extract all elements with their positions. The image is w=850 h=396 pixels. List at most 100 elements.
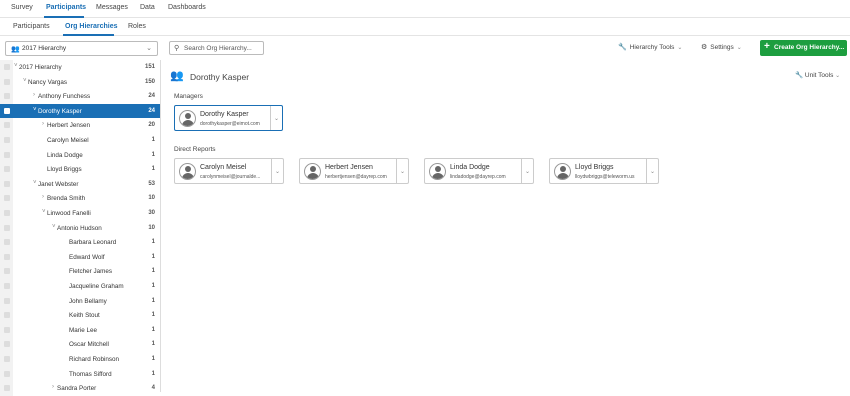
tree-row[interactable]: Linda Dodge 1	[0, 147, 160, 163]
tab-messages[interactable]: Messages	[96, 4, 128, 11]
lock-icon	[4, 151, 10, 158]
tree-row[interactable]: Marie Lee 1	[0, 322, 160, 338]
tree-row[interactable]: › Anthony Funchess 24	[0, 89, 160, 104]
tree-row[interactable]: Thomas Sifford 1	[0, 366, 160, 382]
chevron-down-icon[interactable]: ⌄	[646, 159, 658, 183]
subtab-org-hierarchies[interactable]: Org Hierarchies	[65, 23, 118, 30]
tree-row-count: 1	[151, 370, 155, 377]
chevron-down-icon[interactable]: ⌄	[271, 159, 283, 183]
tree-row[interactable]: Edward Wolf 1	[0, 249, 160, 265]
unit-tools-label: Unit Tools	[804, 72, 834, 79]
create-org-hierarchy-button[interactable]: + Create Org Hierarchy...	[760, 40, 847, 56]
chevron-down-icon[interactable]: ⌄	[521, 159, 533, 183]
unit-tools-button[interactable]: 🔧 Unit Tools ⌄	[795, 71, 840, 79]
chevron-right-icon[interactable]: ›	[42, 121, 44, 127]
tree-row-count: 1	[151, 253, 155, 260]
tree-row-count: 1	[151, 239, 155, 246]
tree-row[interactable]: ˅ Janet Webster 53	[0, 176, 160, 192]
tab-data[interactable]: Data	[140, 4, 155, 11]
page-title: Dorothy Kasper	[190, 72, 250, 82]
chevron-down-icon[interactable]: ⌄	[396, 159, 408, 183]
tree-row[interactable]: ˅ 2017 Hierarchy 151	[0, 60, 160, 75]
hierarchy-select-value: 2017 Hierarchy	[22, 45, 67, 52]
report-name: Carolyn Meisel	[200, 164, 247, 171]
tree-row[interactable]: Barbara Leonard 1	[0, 235, 160, 250]
tree-row[interactable]: Fletcher James 1	[0, 264, 160, 279]
tree-row[interactable]: ˅ Antonio Hudson 10	[0, 220, 160, 236]
subtab-roles[interactable]: Roles	[128, 23, 146, 30]
direct-report-card[interactable]: Carolyn Meisel carolynmeisel@journalde...…	[174, 158, 284, 184]
tree-row[interactable]: › Herbert Jensen 20	[0, 118, 160, 133]
lock-icon	[4, 93, 10, 100]
report-email: lloydwbriggs@teleworm.us	[575, 174, 635, 180]
chevron-right-icon[interactable]: ›	[52, 384, 54, 390]
search-input[interactable]: ⚲ Search Org Hierarchy...	[169, 41, 264, 55]
avatar	[429, 163, 446, 180]
manager-name: Dorothy Kasper	[200, 111, 249, 118]
tree-row-label: 2017 Hierarchy	[19, 64, 62, 71]
lock-icon	[4, 370, 10, 377]
chevron-right-icon[interactable]: ›	[42, 194, 44, 200]
manager-email: dorothykasper@eimot.com	[200, 121, 260, 127]
subtab-participants[interactable]: Participants	[13, 23, 50, 30]
lock-icon	[4, 122, 10, 129]
tab-dashboards[interactable]: Dashboards	[168, 4, 206, 11]
tab-survey[interactable]: Survey	[11, 4, 33, 11]
tree-row-label: Nancy Vargas	[28, 78, 68, 86]
report-name: Herbert Jensen	[325, 164, 373, 171]
avatar	[554, 163, 571, 180]
tree-row-count: 4	[151, 385, 155, 392]
tree-row-label: Herbert Jensen	[47, 122, 91, 130]
manager-card[interactable]: Dorothy Kasper dorothykasper@eimot.com ⌄	[174, 105, 283, 131]
create-label: Create Org Hierarchy...	[774, 44, 845, 51]
chevron-down-icon[interactable]: ˅	[23, 78, 27, 84]
tree-row-label: Antonio Hudson	[57, 224, 102, 232]
plus-icon: +	[764, 41, 770, 52]
chevron-down-icon[interactable]: ⌄	[270, 106, 282, 130]
lock-icon	[4, 166, 10, 173]
tree-row-count: 10	[148, 195, 155, 202]
hierarchy-select[interactable]: 👥 2017 Hierarchy ⌄	[5, 41, 158, 56]
gear-icon: ⚙	[701, 44, 708, 51]
tree-row[interactable]: Carolyn Meisel 1	[0, 133, 160, 148]
tree-row[interactable]: Richard Robinson 1	[0, 352, 160, 367]
chevron-down-icon[interactable]: ˅	[52, 224, 56, 230]
tree-row-count: 150	[144, 78, 155, 85]
tree-row[interactable]: › Sandra Porter 4	[0, 381, 160, 396]
chevron-down-icon[interactable]: ˅	[33, 107, 37, 113]
lock-icon	[4, 224, 10, 231]
tree-row[interactable]: Lloyd Briggs 1	[0, 162, 160, 177]
hierarchy-tools-button[interactable]: 🔧 Hierarchy Tools ⌄	[618, 43, 682, 51]
tree-row[interactable]: Keith Stout 1	[0, 308, 160, 323]
chevron-down-icon: ⌄	[146, 45, 152, 52]
tree-row[interactable]: › Brenda Smith 10	[0, 191, 160, 206]
search-icon: ⚲	[174, 45, 180, 52]
tree-row[interactable]: John Bellamy 1	[0, 293, 160, 309]
report-email: herbertjensen@dayrep.com	[325, 174, 387, 180]
top-nav: Survey Participants Messages Data Dashbo…	[0, 0, 850, 18]
chevron-down-icon[interactable]: ˅	[33, 180, 37, 186]
lock-icon	[4, 326, 10, 333]
lock-icon	[4, 341, 10, 348]
tree-row[interactable]: ˅ Nancy Vargas 150	[0, 74, 160, 90]
settings-label: Settings	[710, 44, 734, 51]
settings-button[interactable]: ⚙ Settings ⌄	[701, 43, 742, 51]
people-icon: 👥	[11, 46, 20, 53]
report-email: lindadodge@dayrep.com	[450, 174, 506, 180]
wrench-icon: 🔧	[795, 72, 804, 79]
chevron-down-icon[interactable]: ˅	[42, 209, 46, 215]
direct-report-card[interactable]: Lloyd Briggs lloydwbriggs@teleworm.us ⌄	[549, 158, 659, 184]
tree-row[interactable]: ˅ Linwood Fanelli 30	[0, 206, 160, 221]
hierarchy-tools-label: Hierarchy Tools	[629, 44, 675, 51]
direct-report-card[interactable]: Herbert Jensen herbertjensen@dayrep.com ⌄	[299, 158, 409, 184]
tree-row[interactable]: Oscar Mitchell 1	[0, 337, 160, 352]
chevron-down-icon[interactable]: ˅	[14, 63, 18, 69]
direct-report-card[interactable]: Linda Dodge lindadodge@dayrep.com ⌄	[424, 158, 534, 184]
tree-row[interactable]: Jacqueline Graham 1	[0, 279, 160, 294]
tab-participants[interactable]: Participants	[46, 4, 86, 11]
chevron-right-icon[interactable]: ›	[33, 92, 35, 98]
active-subtab-indicator	[63, 34, 114, 36]
tree-row-count: 53	[148, 180, 155, 187]
lock-icon	[4, 356, 10, 362]
tree-row[interactable]: ˅ Dorothy Kasper 24	[0, 103, 160, 119]
